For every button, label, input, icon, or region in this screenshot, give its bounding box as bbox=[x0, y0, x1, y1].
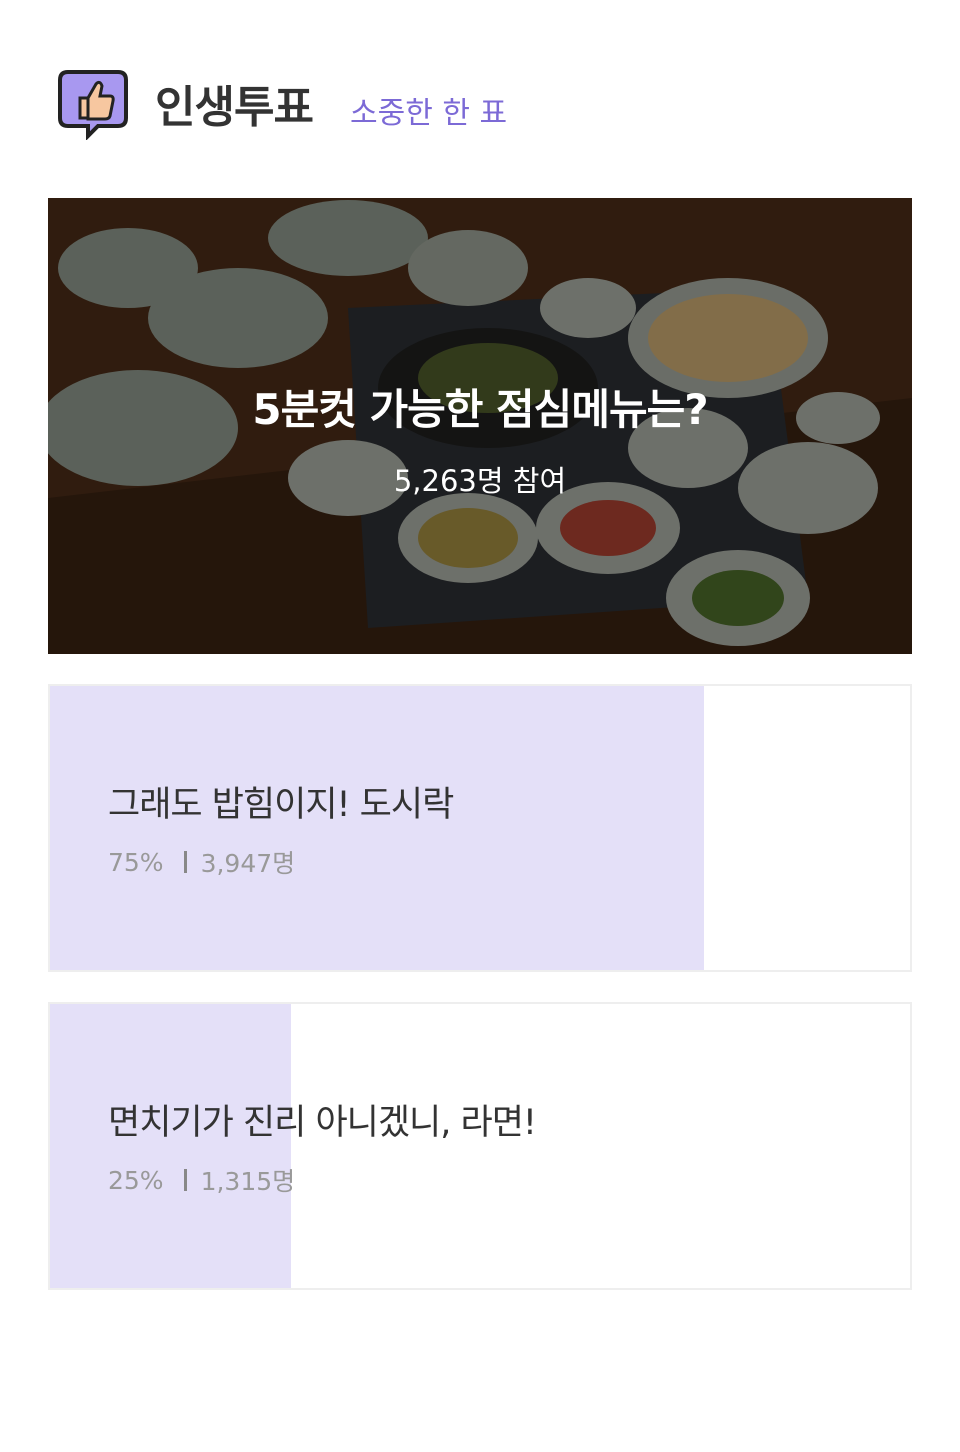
option-percent: 75% bbox=[108, 847, 164, 877]
option-count: 3,947명 bbox=[200, 849, 296, 878]
divider bbox=[183, 1169, 187, 1191]
divider bbox=[183, 851, 187, 873]
result-bar bbox=[50, 1004, 291, 1288]
poll-hero-image: 5분컷 가능한 점심메뉴는? 5,263명 참여 bbox=[48, 198, 912, 654]
option-stats: 25% 1,315명 bbox=[108, 1162, 295, 1198]
poll-option-1[interactable]: 그래도 밥힘이지! 도시락 75% 3,947명 bbox=[48, 684, 912, 972]
app-title: 인생투표 bbox=[155, 82, 314, 133]
poll-option-2[interactable]: 면치기가 진리 아니겠니, 라면! 25% 1,315명 bbox=[48, 1002, 912, 1290]
thumbs-up-icon bbox=[58, 68, 130, 141]
header: 인생투표 소중한 한 표 bbox=[58, 68, 918, 141]
option-count: 1,315명 bbox=[200, 1167, 296, 1196]
poll-question: 5분컷 가능한 점심메뉴는? bbox=[252, 385, 708, 434]
app-subtitle: 소중한 한 표 bbox=[350, 96, 508, 131]
option-percent: 25% bbox=[108, 1165, 164, 1195]
option-label: 그래도 밥힘이지! 도시락 bbox=[108, 785, 454, 825]
participant-count: 5,263명 참여 bbox=[393, 464, 567, 498]
result-bar bbox=[50, 686, 704, 970]
option-label: 면치기가 진리 아니겠니, 라면! bbox=[108, 1103, 537, 1143]
option-stats: 75% 3,947명 bbox=[108, 844, 295, 880]
